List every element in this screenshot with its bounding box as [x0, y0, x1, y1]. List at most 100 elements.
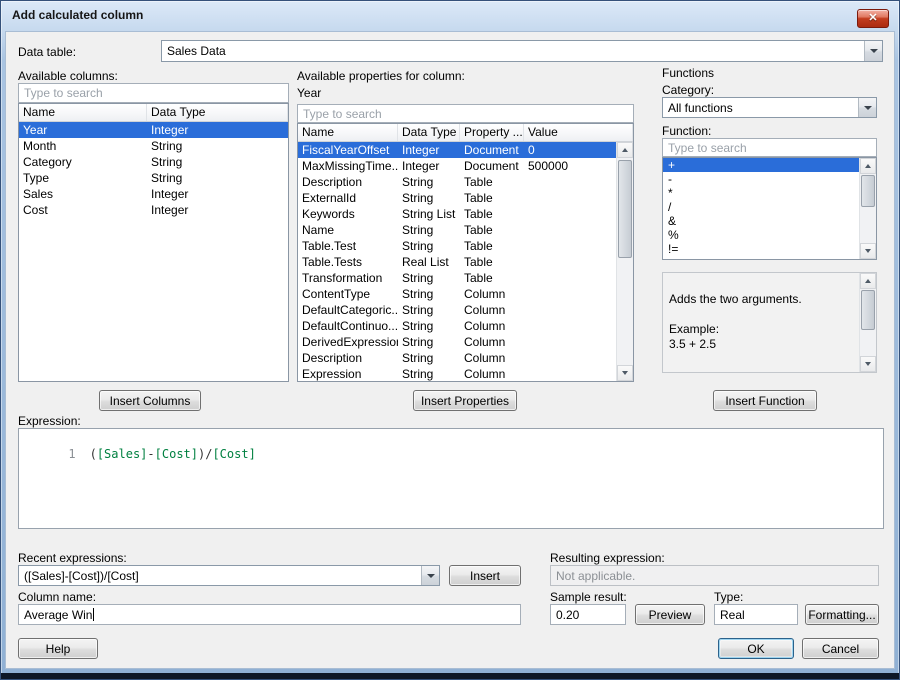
expression-code: ([Sales]-[Cost])/[Cost]	[90, 447, 256, 461]
table-row[interactable]: ExternalIdStringTable	[298, 190, 633, 206]
preview-button[interactable]: Preview	[635, 604, 705, 625]
scrollbar-thumb[interactable]	[861, 175, 875, 207]
text-caret	[93, 608, 94, 621]
table-cell: DerivedExpression	[298, 334, 398, 350]
scrollbar-thumb[interactable]	[618, 160, 632, 258]
scroll-down-button[interactable]	[860, 356, 876, 372]
dialog-body: Data table: Sales Data Available columns…	[5, 31, 895, 669]
table-row[interactable]: NameStringTable	[298, 222, 633, 238]
available-columns-label: Available columns:	[18, 69, 118, 83]
properties-scrollbar[interactable]	[616, 142, 633, 381]
functions-scrollbar[interactable]	[859, 158, 876, 259]
table-cell: String	[398, 334, 460, 350]
column-name-value: Average Win	[24, 608, 92, 622]
table-row[interactable]: TypeString	[19, 170, 288, 186]
category-select[interactable]: All functions	[662, 97, 877, 118]
table-cell: Sales	[19, 186, 147, 202]
table-cell: Integer	[398, 158, 460, 174]
list-item[interactable]: +	[663, 158, 876, 172]
property-header-value[interactable]: Value	[524, 124, 633, 141]
scroll-up-button[interactable]	[860, 158, 876, 174]
list-item[interactable]: !=	[663, 242, 876, 256]
table-row[interactable]: YearInteger	[19, 122, 288, 138]
scroll-up-button[interactable]	[617, 142, 633, 158]
table-row[interactable]: CategoryString	[19, 154, 288, 170]
table-cell: Transformation	[298, 270, 398, 286]
list-item[interactable]: %	[663, 228, 876, 242]
scrollbar-thumb[interactable]	[861, 290, 875, 330]
list-item[interactable]: *	[663, 186, 876, 200]
recent-expressions-select[interactable]: ([Sales]-[Cost])/[Cost]	[18, 565, 440, 586]
table-row[interactable]: MaxMissingTime...IntegerDocument500000	[298, 158, 633, 174]
description-scrollbar[interactable]	[859, 273, 876, 372]
table-row[interactable]: DescriptionStringTable	[298, 174, 633, 190]
column-header-name[interactable]: Name	[19, 104, 147, 121]
table-row[interactable]: DerivedExpressionStringColumn	[298, 334, 633, 350]
insert-columns-button[interactable]: Insert Columns	[99, 390, 201, 411]
table-cell: FiscalYearOffset	[298, 142, 398, 158]
list-item[interactable]: /	[663, 200, 876, 214]
insert-properties-button[interactable]: Insert Properties	[413, 390, 517, 411]
table-row[interactable]: Table.TestStringTable	[298, 238, 633, 254]
scroll-up-button[interactable]	[860, 273, 876, 289]
formatting-label: Formatting...	[808, 608, 875, 622]
table-row[interactable]: DefaultContinuo...StringColumn	[298, 318, 633, 334]
properties-search-input[interactable]	[297, 104, 634, 123]
table-row[interactable]: CostInteger	[19, 202, 288, 218]
table-row[interactable]: DescriptionStringColumn	[298, 350, 633, 366]
table-cell: String	[398, 270, 460, 286]
expression-editor[interactable]: 1 ([Sales]-[Cost])/[Cost]	[18, 428, 884, 529]
line-number: 1	[68, 447, 75, 461]
formatting-button[interactable]: Formatting...	[805, 604, 879, 625]
insert-expression-button[interactable]: Insert	[449, 565, 521, 586]
table-cell: Integer	[147, 186, 288, 202]
list-item[interactable]: &	[663, 214, 876, 228]
data-table-select[interactable]: Sales Data	[161, 40, 883, 62]
property-header-name[interactable]: Name	[298, 124, 398, 141]
ok-button[interactable]: OK	[718, 638, 794, 659]
table-row[interactable]: KeywordsString ListTable	[298, 206, 633, 222]
table-row[interactable]: FiscalYearOffsetIntegerDocument0	[298, 142, 633, 158]
chevron-down-icon	[421, 566, 439, 585]
property-header-datatype[interactable]: Data Type	[398, 124, 460, 141]
table-cell: Cost	[19, 202, 147, 218]
sample-result-field: 0.20	[550, 604, 626, 625]
table-row[interactable]: MonthString	[19, 138, 288, 154]
table-cell: Table.Tests	[298, 254, 398, 270]
table-row[interactable]: ExpressionStringColumn	[298, 366, 633, 382]
close-button[interactable]: ✕	[857, 9, 889, 28]
column-name-input[interactable]: Average Win	[18, 604, 521, 625]
cancel-button[interactable]: Cancel	[802, 638, 879, 659]
table-cell: Table	[460, 270, 524, 286]
table-row[interactable]: SalesInteger	[19, 186, 288, 202]
list-item[interactable]: -	[663, 172, 876, 186]
columns-search-input[interactable]	[18, 83, 289, 103]
table-row[interactable]: ContentTypeStringColumn	[298, 286, 633, 302]
titlebar[interactable]: Add calculated column ✕	[1, 1, 899, 31]
data-table-value: Sales Data	[167, 44, 226, 58]
scroll-down-button[interactable]	[617, 365, 633, 381]
insert-function-label: Insert Function	[725, 394, 804, 408]
column-header-datatype[interactable]: Data Type	[147, 104, 288, 121]
table-cell: DefaultContinuo...	[298, 318, 398, 334]
table-row[interactable]: Table.TestsReal ListTable	[298, 254, 633, 270]
function-search-input[interactable]	[662, 138, 877, 157]
table-cell: Table	[460, 206, 524, 222]
property-header-propertyclass[interactable]: Property ...	[460, 124, 524, 141]
table-cell: Table.Test	[298, 238, 398, 254]
list-item[interactable]: <	[663, 256, 876, 260]
table-row[interactable]: TransformationStringTable	[298, 270, 633, 286]
table-cell: Table	[460, 222, 524, 238]
chevron-down-icon	[864, 41, 882, 61]
table-cell: Table	[460, 174, 524, 190]
scroll-down-button[interactable]	[860, 243, 876, 259]
table-cell: Column	[460, 366, 524, 382]
insert-function-button[interactable]: Insert Function	[713, 390, 817, 411]
table-cell: DefaultCategoric...	[298, 302, 398, 318]
help-button[interactable]: Help	[18, 638, 98, 659]
table-cell: Description	[298, 174, 398, 190]
table-cell: Integer	[147, 122, 288, 138]
help-label: Help	[46, 642, 71, 656]
table-row[interactable]: DefaultCategoric...StringColumn	[298, 302, 633, 318]
table-cell: Name	[298, 222, 398, 238]
